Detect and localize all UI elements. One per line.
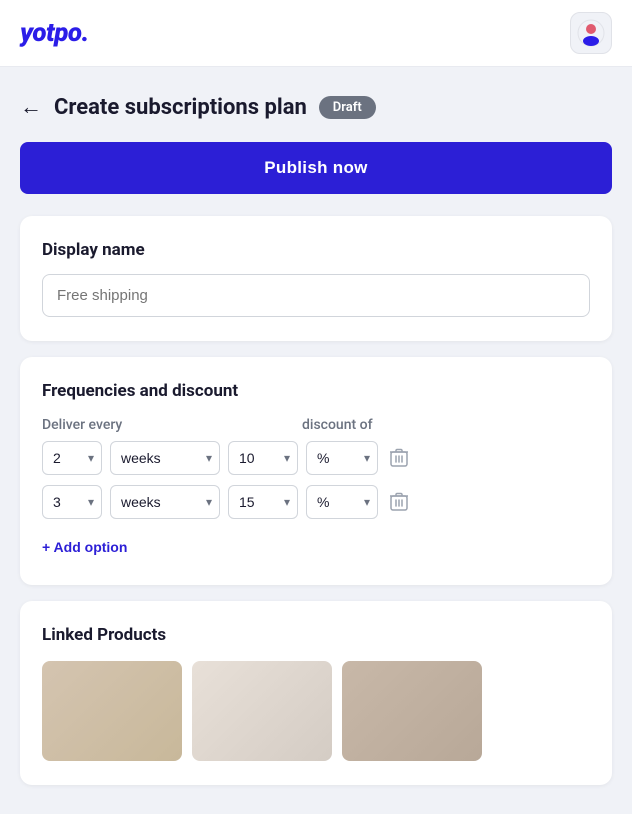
trash-icon-1 — [390, 448, 408, 468]
discount-value-select-2[interactable]: 5 10 15 20 — [228, 485, 298, 519]
discount-value-wrapper-1: 5 10 15 20 — [228, 441, 298, 475]
frequencies-title: Frequencies and discount — [42, 381, 590, 401]
discount-value-wrapper-2: 5 10 15 20 — [228, 485, 298, 519]
product-thumbnails — [42, 661, 590, 761]
page-content: ← Create subscriptions plan Draft Publis… — [0, 67, 632, 805]
quantity-select-wrapper-1: 1 2 3 4 5 — [42, 441, 102, 475]
discount-value-select-1[interactable]: 5 10 15 20 — [228, 441, 298, 475]
display-name-title: Display name — [42, 240, 590, 260]
discount-of-label: discount of — [302, 417, 373, 433]
discount-type-wrapper-2: % $ — [306, 485, 378, 519]
discount-type-select-2[interactable]: % $ — [306, 485, 378, 519]
linked-products-card: Linked Products — [20, 601, 612, 785]
yotpo-logo: yotpo. — [20, 18, 89, 48]
delete-row-2-button[interactable] — [386, 488, 412, 516]
page-title: Create subscriptions plan — [54, 95, 307, 120]
avatar-button[interactable] — [570, 12, 612, 54]
user-avatar-icon — [577, 19, 605, 47]
unit-select-1[interactable]: days weeks months — [110, 441, 220, 475]
title-row: ← Create subscriptions plan Draft — [20, 95, 612, 120]
product-thumbnail-2[interactable] — [192, 661, 332, 761]
publish-button[interactable]: Publish now — [20, 142, 612, 194]
product-thumbnail-1[interactable] — [42, 661, 182, 761]
quantity-select-wrapper-2: 1 2 3 4 5 — [42, 485, 102, 519]
frequencies-card: Frequencies and discount Deliver every d… — [20, 357, 612, 585]
quantity-select-2[interactable]: 1 2 3 4 5 — [42, 485, 102, 519]
frequency-row-2: 1 2 3 4 5 days weeks months 5 10 15 — [42, 485, 590, 519]
display-name-input[interactable] — [42, 274, 590, 317]
header: yotpo. — [0, 0, 632, 67]
trash-icon-2 — [390, 492, 408, 512]
frequencies-header: Deliver every discount of — [42, 417, 590, 433]
product-thumbnail-3[interactable] — [342, 661, 482, 761]
add-option-button[interactable]: + Add option — [42, 533, 127, 561]
frequency-row-1: 1 2 3 4 5 days weeks months 5 10 15 — [42, 441, 590, 475]
discount-type-select-1[interactable]: % $ — [306, 441, 378, 475]
display-name-card: Display name — [20, 216, 612, 341]
quantity-select-1[interactable]: 1 2 3 4 5 — [42, 441, 102, 475]
linked-products-title: Linked Products — [42, 625, 590, 645]
unit-select-2[interactable]: days weeks months — [110, 485, 220, 519]
status-badge: Draft — [319, 96, 376, 119]
unit-select-wrapper-2: days weeks months — [110, 485, 220, 519]
back-arrow-icon[interactable]: ← — [20, 97, 42, 119]
delete-row-1-button[interactable] — [386, 444, 412, 472]
discount-type-wrapper-1: % $ — [306, 441, 378, 475]
deliver-every-label: Deliver every — [42, 417, 302, 433]
unit-select-wrapper-1: days weeks months — [110, 441, 220, 475]
